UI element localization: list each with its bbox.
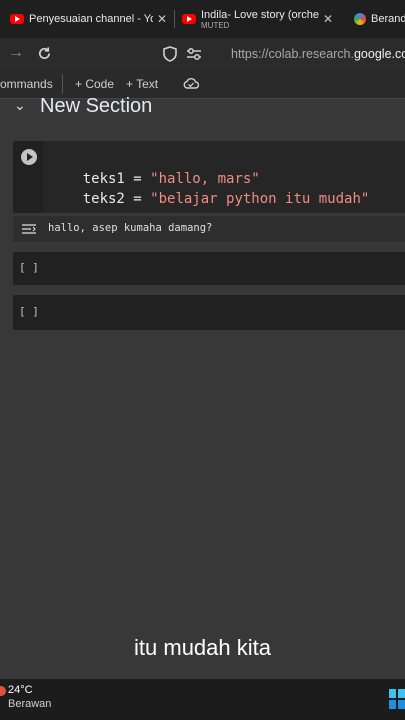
video-caption: itu mudah kita xyxy=(134,635,271,660)
commands-button[interactable]: ommands xyxy=(0,77,53,91)
empty-code-cell[interactable]: [ ] xyxy=(13,252,405,285)
tab-penyesuaian-channel[interactable]: Penyesuaian channel - YouT ✕ xyxy=(10,0,170,38)
code-string: "belajar python itu mudah" xyxy=(150,191,370,207)
windows-start-icon[interactable] xyxy=(389,689,405,709)
youtube-icon xyxy=(182,14,196,24)
url-field[interactable]: https://colab.research.google.com/ xyxy=(214,38,405,70)
collapse-section-icon[interactable]: ⌄ xyxy=(14,97,26,114)
reload-icon[interactable] xyxy=(37,46,52,61)
shield-icon[interactable] xyxy=(163,46,177,62)
add-code-button[interactable]: + Code xyxy=(75,77,114,91)
weather-label[interactable]: Berawan xyxy=(8,698,51,710)
drive-sync-icon[interactable] xyxy=(183,77,199,90)
cell-output: hallo, asep kumaha damang? xyxy=(13,216,405,242)
code-cell[interactable]: teks1 = "hallo, mars" teks2 = "belajar p… xyxy=(13,141,405,213)
output-actions-icon[interactable] xyxy=(21,223,37,235)
tab-label: Indila- Love story (orchestra xyxy=(201,8,319,21)
tab-label: Penyesuaian channel - YouT xyxy=(29,13,153,25)
tab-indila-love-story[interactable]: Indila- Love story (orchestra MUTED ✕ xyxy=(182,0,334,38)
add-text-button[interactable]: + Text xyxy=(126,77,158,91)
site-settings-icon[interactable] xyxy=(186,47,202,61)
forward-icon[interactable]: → xyxy=(8,44,24,62)
browser-tab-bar: Penyesuaian channel - YouT ✕ Indila- Lov… xyxy=(0,0,405,38)
url-domain: google.com xyxy=(353,47,405,61)
cell-execution-count: [ ] xyxy=(19,261,39,274)
tab-label: Beranda xyxy=(371,13,405,25)
tab-beranda[interactable]: Beranda xyxy=(354,0,405,38)
close-icon[interactable]: ✕ xyxy=(157,12,167,26)
close-icon[interactable]: ✕ xyxy=(323,12,333,26)
empty-code-cell[interactable]: [ ] xyxy=(13,295,405,330)
taskbar: 24°C Berawan xyxy=(0,679,405,720)
temperature-label[interactable]: 24°C xyxy=(8,684,33,696)
code-variable: teks2 = xyxy=(82,191,151,207)
run-cell-button[interactable] xyxy=(21,149,37,165)
muted-label: MUTED xyxy=(201,20,230,30)
cell-execution-count: [ ] xyxy=(19,305,39,318)
url-prefix: https://colab.research. xyxy=(231,47,354,61)
youtube-icon xyxy=(10,14,24,24)
section-title: New Section xyxy=(40,95,153,117)
output-text: hallo, asep kumaha damang? xyxy=(48,222,213,234)
gemini-icon xyxy=(354,13,366,25)
address-bar: → https://colab.research.google.com/ xyxy=(0,38,405,70)
play-icon xyxy=(27,153,33,161)
weather-icon xyxy=(0,686,6,696)
